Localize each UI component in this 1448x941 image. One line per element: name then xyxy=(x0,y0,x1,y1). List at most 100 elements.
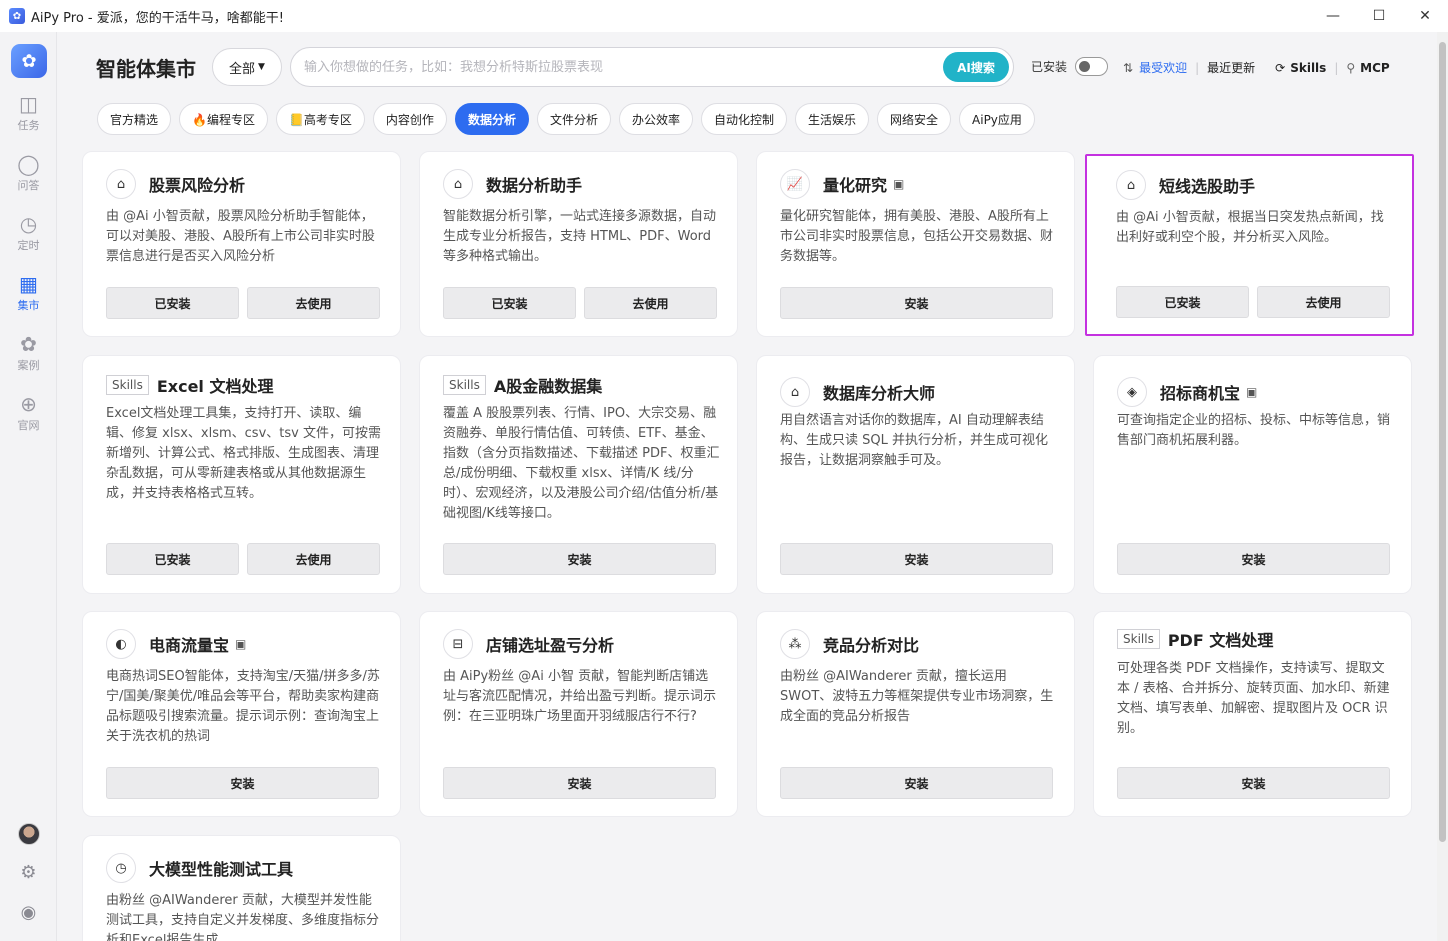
stopwatch-icon: ◷ xyxy=(106,853,136,883)
card-title: 电商流量宝 xyxy=(149,636,230,655)
installed-toggle[interactable] xyxy=(1075,57,1109,76)
installed-filter: 已安装 xyxy=(1031,57,1109,76)
use-button[interactable]: 去使用 xyxy=(1257,286,1390,318)
sidebar-item-cases[interactable]: ✿ 案例 xyxy=(0,333,57,373)
install-button[interactable]: 安装 xyxy=(443,767,716,799)
install-button[interactable]: 安装 xyxy=(1117,767,1390,799)
scrollbar-thumb[interactable] xyxy=(1439,42,1446,842)
sort-recent-link[interactable]: 最近更新 xyxy=(1207,59,1255,76)
tab-automation[interactable]: 自动化控制 xyxy=(700,103,787,135)
tab-gaokao[interactable]: 📒高考专区 xyxy=(275,103,365,135)
minimize-button[interactable]: — xyxy=(1310,0,1356,32)
skills-tag: Skills xyxy=(1117,629,1160,649)
tab-file-analysis[interactable]: 文件分析 xyxy=(536,103,611,135)
card-title: 数据分析助手 xyxy=(486,176,583,195)
page-title: 智能体集市 xyxy=(96,56,196,81)
card-title: 短线选股助手 xyxy=(1159,177,1256,196)
tab-security[interactable]: 网络安全 xyxy=(877,103,952,135)
installed-button[interactable]: 已安装 xyxy=(1116,286,1249,318)
agent-card: ⊟ 店铺选址盈亏分析 由 AiPy粉丝 @Ai 小智 贡献，智能判断店铺选址与客流… xyxy=(419,611,738,817)
sidebar: ✿ ◫ 任务 ◯ 问答 ◷ 定时 ▦ 集市 ✿ 案例 ⊕ 官网 ⚙ ◉ xyxy=(0,32,57,941)
user-avatar-button[interactable] xyxy=(0,823,57,845)
card-title: PDF 文档处理 xyxy=(1167,631,1274,650)
profile-icon[interactable]: ◉ xyxy=(0,902,57,923)
skills-link[interactable]: Skills xyxy=(1290,61,1326,75)
app-logo-icon: ✿ xyxy=(9,8,25,24)
agent-card-highlighted: ⌂ 短线选股助手 由 @Ai 小智贡献，根据当日突发热点新闻，找出利好或利空个股，… xyxy=(1085,154,1414,336)
card-title: 股票风险分析 xyxy=(149,176,246,195)
sidebar-item-tasks[interactable]: ◫ 任务 xyxy=(0,93,57,133)
card-title: 数据库分析大师 xyxy=(823,384,936,403)
skills-tag: Skills xyxy=(443,375,486,395)
avatar xyxy=(17,823,40,845)
card-title: Excel 文档处理 xyxy=(156,377,274,396)
tab-office[interactable]: 办公效率 xyxy=(618,103,693,135)
category-tabs: 官方精选 🔥编程专区 📒高考专区 内容创作 数据分析 文件分析 办公效率 自动化… xyxy=(97,103,1043,135)
divider: | xyxy=(1334,60,1339,75)
card-description: 由粉丝 @AIWanderer 贡献，擅长运用SWOT、波特五力等框架提供专业市… xyxy=(780,669,1054,724)
compare-icon: ⁂ xyxy=(780,629,810,659)
scrollbar[interactable] xyxy=(1437,32,1448,941)
tasks-icon: ◫ xyxy=(19,92,38,116)
aipy-logo-icon[interactable]: ✿ xyxy=(11,44,47,78)
settings-icon[interactable]: ⚙ xyxy=(0,862,57,883)
agent-card: ◈ 招标商机宝 ▣ 可查询指定企业的招标、投标、中标等信息，销售部门商机拓展利器。 … xyxy=(1093,355,1412,594)
install-button[interactable]: 安装 xyxy=(106,767,379,799)
sort-options: ⇅ 最受欢迎 | 最近更新 ⟳ Skills | ⚲ MCP xyxy=(1123,59,1390,76)
install-button[interactable]: 安装 xyxy=(1117,543,1390,575)
card-title: A股金融数据集 xyxy=(493,377,603,396)
tab-content-creation[interactable]: 内容创作 xyxy=(372,103,447,135)
installed-button[interactable]: 已安装 xyxy=(106,543,239,575)
agent-card: Skills A股金融数据集 覆盖 A 股股票列表、行情、IPO、大宗交易、融资融… xyxy=(419,355,738,594)
tab-coding[interactable]: 🔥编程专区 xyxy=(179,103,268,135)
search-input[interactable] xyxy=(291,59,891,75)
skills-icon: ⟳ xyxy=(1275,60,1286,75)
install-button[interactable]: 安装 xyxy=(780,287,1053,319)
installed-button[interactable]: 已安装 xyxy=(443,287,576,319)
card-title: 店铺选址盈亏分析 xyxy=(486,636,615,655)
sidebar-item-label: 集市 xyxy=(17,299,40,312)
use-button[interactable]: 去使用 xyxy=(247,543,380,575)
website-icon: ⊕ xyxy=(20,392,37,416)
close-button[interactable]: ✕ xyxy=(1402,0,1448,32)
skills-tag: Skills xyxy=(106,375,149,395)
sidebar-item-market[interactable]: ▦ 集市 xyxy=(0,273,57,313)
installed-button[interactable]: 已安装 xyxy=(106,287,239,319)
install-button[interactable]: 安装 xyxy=(443,543,716,575)
mcp-badge-icon: ▣ xyxy=(1246,385,1258,399)
use-button[interactable]: 去使用 xyxy=(247,287,380,319)
tab-official[interactable]: 官方精选 xyxy=(97,103,172,135)
store-icon: ⊟ xyxy=(443,629,473,659)
robot-icon: ⌂ xyxy=(1116,170,1146,200)
sort-popular-link[interactable]: 最受欢迎 xyxy=(1139,59,1187,76)
agent-card: ⁂ 竞品分析对比 由粉丝 @AIWanderer 贡献，擅长运用SWOT、波特五力… xyxy=(756,611,1075,817)
sort-icon: ⇅ xyxy=(1123,60,1134,75)
mcp-badge-icon: ▣ xyxy=(235,637,247,651)
ai-search-button[interactable]: AI搜索 xyxy=(943,52,1009,82)
tab-aipy-apps[interactable]: AiPy应用 xyxy=(959,103,1035,135)
maximize-button[interactable]: ☐ xyxy=(1356,0,1402,32)
install-button[interactable]: 安装 xyxy=(780,543,1053,575)
card-description: 由粉丝 @AIWanderer 贡献，大模型并发性能测试工具，支持自定义并发梯度… xyxy=(106,893,380,941)
cases-icon: ✿ xyxy=(20,332,37,356)
use-button[interactable]: 去使用 xyxy=(584,287,717,319)
tab-lifestyle[interactable]: 生活娱乐 xyxy=(795,103,870,135)
briefcase-icon: ◈ xyxy=(1117,377,1147,407)
category-filter-dropdown[interactable]: 全部 ▼ xyxy=(212,48,282,86)
card-description: 由 AiPy粉丝 @Ai 小智 贡献，智能判断店铺选址与客流匹配情况，并给出盈亏… xyxy=(443,669,717,724)
robot-icon: ⌂ xyxy=(443,169,473,199)
sidebar-item-website[interactable]: ⊕ 官网 xyxy=(0,393,57,433)
window-title: AiPy Pro - 爱派，您的干活牛马，啥都能干! xyxy=(31,10,284,26)
install-button[interactable]: 安装 xyxy=(780,767,1053,799)
sidebar-item-schedule[interactable]: ◷ 定时 xyxy=(0,213,57,253)
tab-data-analysis[interactable]: 数据分析 xyxy=(454,103,529,135)
card-description: 覆盖 A 股股票列表、行情、IPO、大宗交易、融资融券、单股行情估值、可转债、E… xyxy=(443,406,720,521)
sidebar-item-chat[interactable]: ◯ 问答 xyxy=(0,153,57,193)
robot-icon: ⌂ xyxy=(106,169,136,199)
window-titlebar: ✿ AiPy Pro - 爱派，您的干活牛马，啥都能干! — ☐ ✕ xyxy=(0,0,1448,32)
sidebar-item-label: 任务 xyxy=(17,119,40,132)
mcp-link[interactable]: MCP xyxy=(1360,61,1390,75)
agent-card: ◐ 电商流量宝 ▣ 电商热词SEO智能体，支持淘宝/天猫/拼多多/苏宁/国美/聚美优… xyxy=(82,611,401,817)
card-title: 竞品分析对比 xyxy=(823,636,920,655)
mcp-badge-icon: ▣ xyxy=(893,177,905,191)
